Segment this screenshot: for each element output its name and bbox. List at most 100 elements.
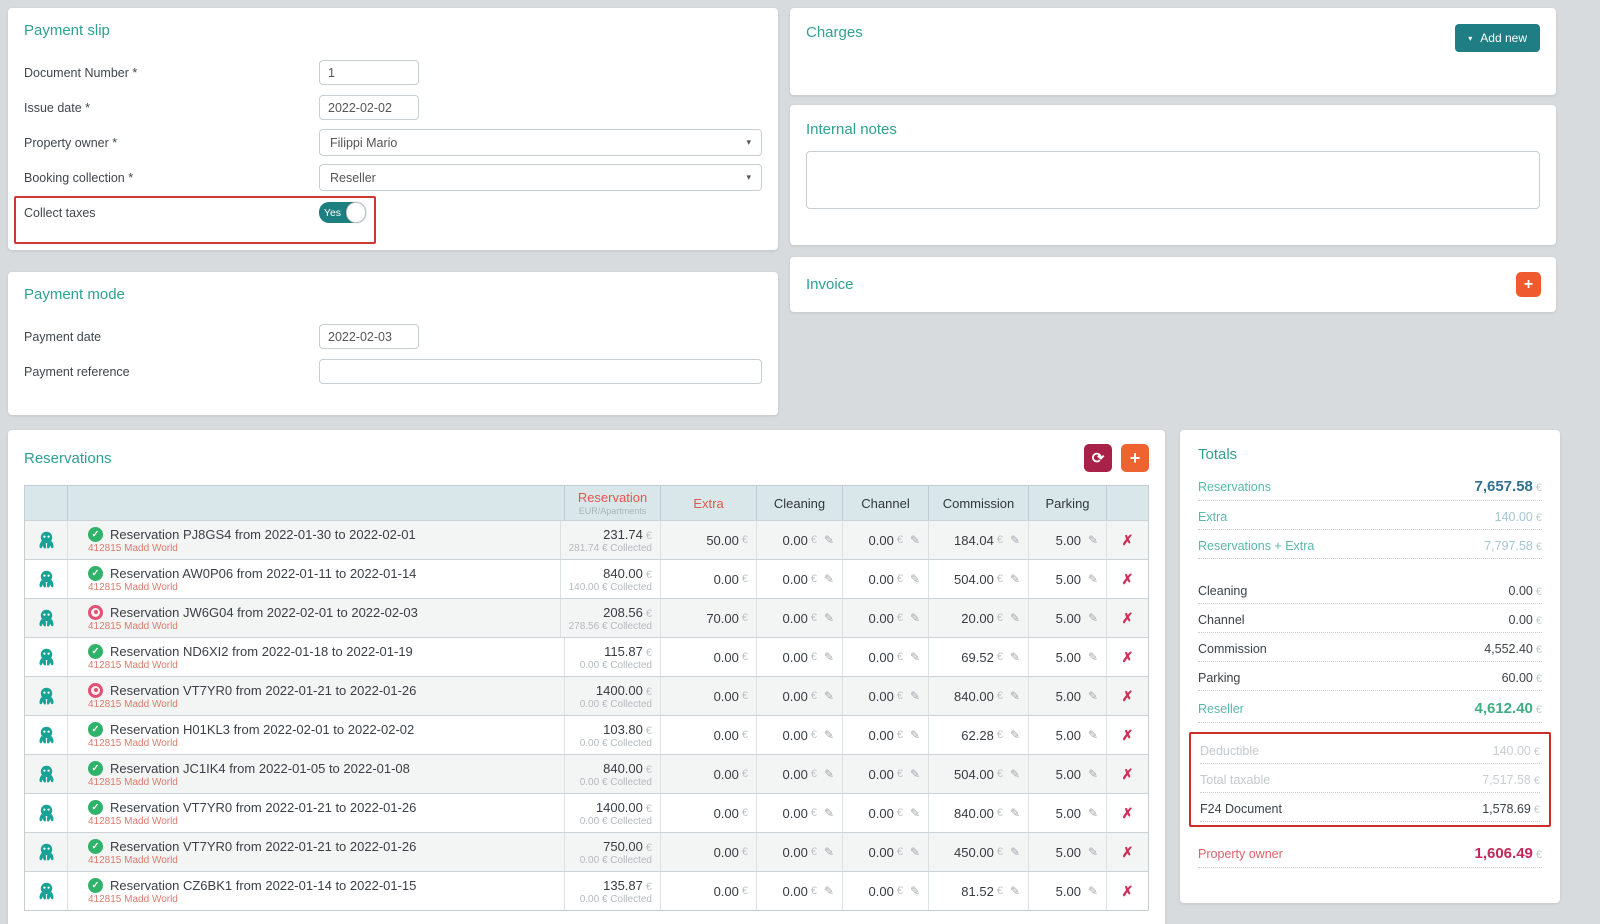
- edit-icon[interactable]: ✎: [824, 845, 834, 859]
- euro-sign: €: [896, 690, 903, 702]
- commission-cell: 840.00 € ✎: [928, 794, 1028, 832]
- edit-icon[interactable]: ✎: [1088, 806, 1098, 820]
- edit-icon[interactable]: ✎: [824, 767, 834, 781]
- commission-cell: 504.00 € ✎: [928, 755, 1028, 793]
- edit-icon[interactable]: ✎: [1010, 611, 1020, 625]
- edit-icon[interactable]: ✎: [824, 650, 834, 664]
- edit-icon[interactable]: ✎: [910, 806, 920, 820]
- octopus-icon: [38, 882, 54, 900]
- edit-icon[interactable]: ✎: [910, 572, 920, 586]
- cleaning-amount: 0.00: [782, 649, 808, 665]
- edit-icon[interactable]: ✎: [824, 533, 834, 547]
- octopus-icon: [38, 843, 54, 861]
- euro-sign: €: [741, 885, 748, 897]
- cleaning-amount: 0.00: [782, 727, 808, 743]
- delete-row-icon[interactable]: ✗: [1122, 727, 1134, 744]
- row-mascot-cell: [25, 872, 67, 910]
- internal-notes-textarea[interactable]: [806, 151, 1540, 209]
- cleaning-amount: 0.00: [782, 571, 808, 587]
- edit-icon[interactable]: ✎: [1088, 611, 1098, 625]
- document-number-input[interactable]: [319, 60, 419, 85]
- euro-sign: €: [1535, 586, 1542, 598]
- edit-icon[interactable]: ✎: [1010, 650, 1020, 664]
- reservation-title: Reservation PJ8GS4 from 2022-01-30 to 20…: [110, 526, 416, 542]
- add-reservation-button[interactable]: +: [1121, 444, 1149, 472]
- edit-icon[interactable]: ✎: [1088, 767, 1098, 781]
- delete-row-icon[interactable]: ✗: [1122, 532, 1134, 549]
- delete-cell: ✗: [1106, 599, 1148, 637]
- collect-taxes-toggle[interactable]: Yes: [319, 202, 366, 223]
- delete-row-icon[interactable]: ✗: [1122, 610, 1134, 627]
- channel-cell: 0.00 € ✎: [842, 794, 928, 832]
- edit-icon[interactable]: ✎: [1010, 689, 1020, 703]
- reservation-description-cell: ✓ Reservation PJ8GS4 from 2022-01-30 to …: [67, 521, 560, 559]
- edit-icon[interactable]: ✎: [910, 845, 920, 859]
- totals-row-reservations: Reservations 7,657.58 €: [1198, 469, 1542, 501]
- extra-cell: 0.00 €: [660, 560, 756, 598]
- add-invoice-button[interactable]: +: [1516, 272, 1541, 297]
- reservation-amount: 208.56: [603, 604, 643, 620]
- euro-sign: €: [1533, 746, 1540, 758]
- edit-icon[interactable]: ✎: [824, 728, 834, 742]
- edit-icon[interactable]: ✎: [824, 611, 834, 625]
- edit-icon[interactable]: ✎: [824, 572, 834, 586]
- collected-amount: 281.74 € Collected: [568, 542, 652, 554]
- extra-amount: 0.00: [713, 766, 739, 782]
- euro-sign: €: [645, 880, 652, 893]
- channel-cell: 0.00 € ✎: [842, 677, 928, 715]
- edit-icon[interactable]: ✎: [1010, 806, 1020, 820]
- edit-icon[interactable]: ✎: [910, 689, 920, 703]
- issue-date-label: Issue date *: [24, 100, 91, 115]
- edit-icon[interactable]: ✎: [1088, 884, 1098, 898]
- channel-cell: 0.00 € ✎: [842, 638, 928, 676]
- edit-icon[interactable]: ✎: [1010, 884, 1020, 898]
- delete-row-icon[interactable]: ✗: [1122, 805, 1134, 822]
- delete-row-icon[interactable]: ✗: [1122, 649, 1134, 666]
- table-row: ✓ Reservation H01KL3 from 2022-02-01 to …: [25, 715, 1148, 754]
- payment-date-input[interactable]: [319, 324, 419, 349]
- delete-row-icon[interactable]: ✗: [1122, 688, 1134, 705]
- euro-sign: €: [896, 729, 903, 741]
- edit-icon[interactable]: ✎: [1010, 767, 1020, 781]
- booking-collection-select[interactable]: Reseller ▾: [319, 164, 762, 191]
- edit-icon[interactable]: ✎: [1010, 572, 1020, 586]
- reservation-property: 412815 Madd World: [88, 893, 178, 905]
- edit-icon[interactable]: ✎: [1010, 845, 1020, 859]
- edit-icon[interactable]: ✎: [910, 767, 920, 781]
- reservation-amount: 1400.00: [595, 799, 643, 815]
- cleaning-cell: 0.00 € ✎: [756, 677, 842, 715]
- delete-row-icon[interactable]: ✗: [1122, 883, 1134, 900]
- add-new-charge-button[interactable]: ▾ Add new: [1455, 24, 1540, 52]
- edit-icon[interactable]: ✎: [1088, 650, 1098, 664]
- commission-cell: 62.28 € ✎: [928, 716, 1028, 754]
- edit-icon[interactable]: ✎: [824, 806, 834, 820]
- edit-icon[interactable]: ✎: [1088, 533, 1098, 547]
- edit-icon[interactable]: ✎: [1088, 845, 1098, 859]
- euro-sign: €: [645, 763, 652, 776]
- euro-sign: €: [1535, 644, 1542, 656]
- refresh-reservations-button[interactable]: ⟳: [1084, 444, 1112, 472]
- payment-reference-input[interactable]: [319, 359, 762, 384]
- edit-icon[interactable]: ✎: [910, 533, 920, 547]
- edit-icon[interactable]: ✎: [910, 884, 920, 898]
- cleaning-cell: 0.00 € ✎: [756, 638, 842, 676]
- edit-icon[interactable]: ✎: [910, 650, 920, 664]
- edit-icon[interactable]: ✎: [910, 728, 920, 742]
- edit-icon[interactable]: ✎: [1010, 533, 1020, 547]
- delete-row-icon[interactable]: ✗: [1122, 844, 1134, 861]
- delete-row-icon[interactable]: ✗: [1122, 571, 1134, 588]
- issue-date-input[interactable]: [319, 95, 419, 120]
- edit-icon[interactable]: ✎: [1088, 572, 1098, 586]
- edit-icon[interactable]: ✎: [1010, 728, 1020, 742]
- euro-sign: €: [896, 651, 903, 663]
- edit-icon[interactable]: ✎: [824, 689, 834, 703]
- payment-reference-label: Payment reference: [24, 364, 130, 379]
- parking-cell: 5.00 ✎: [1028, 755, 1106, 793]
- edit-icon[interactable]: ✎: [824, 884, 834, 898]
- channel-amount: 0.00: [868, 571, 894, 587]
- edit-icon[interactable]: ✎: [1088, 689, 1098, 703]
- edit-icon[interactable]: ✎: [1088, 728, 1098, 742]
- edit-icon[interactable]: ✎: [910, 611, 920, 625]
- delete-row-icon[interactable]: ✗: [1122, 766, 1134, 783]
- property-owner-select[interactable]: Filippi Mario ▾: [319, 129, 762, 156]
